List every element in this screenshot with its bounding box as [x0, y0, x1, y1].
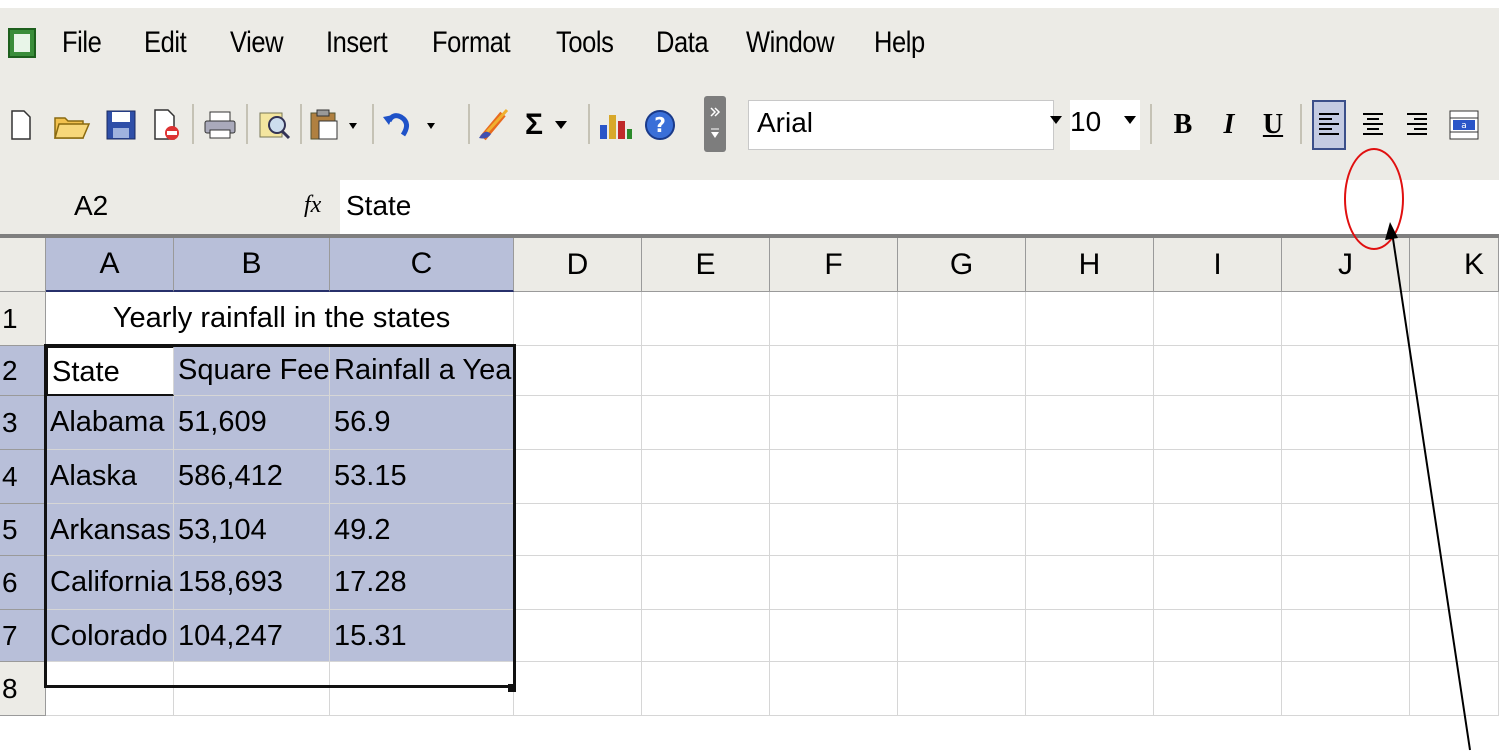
annotation-arrow [1385, 222, 1471, 751]
